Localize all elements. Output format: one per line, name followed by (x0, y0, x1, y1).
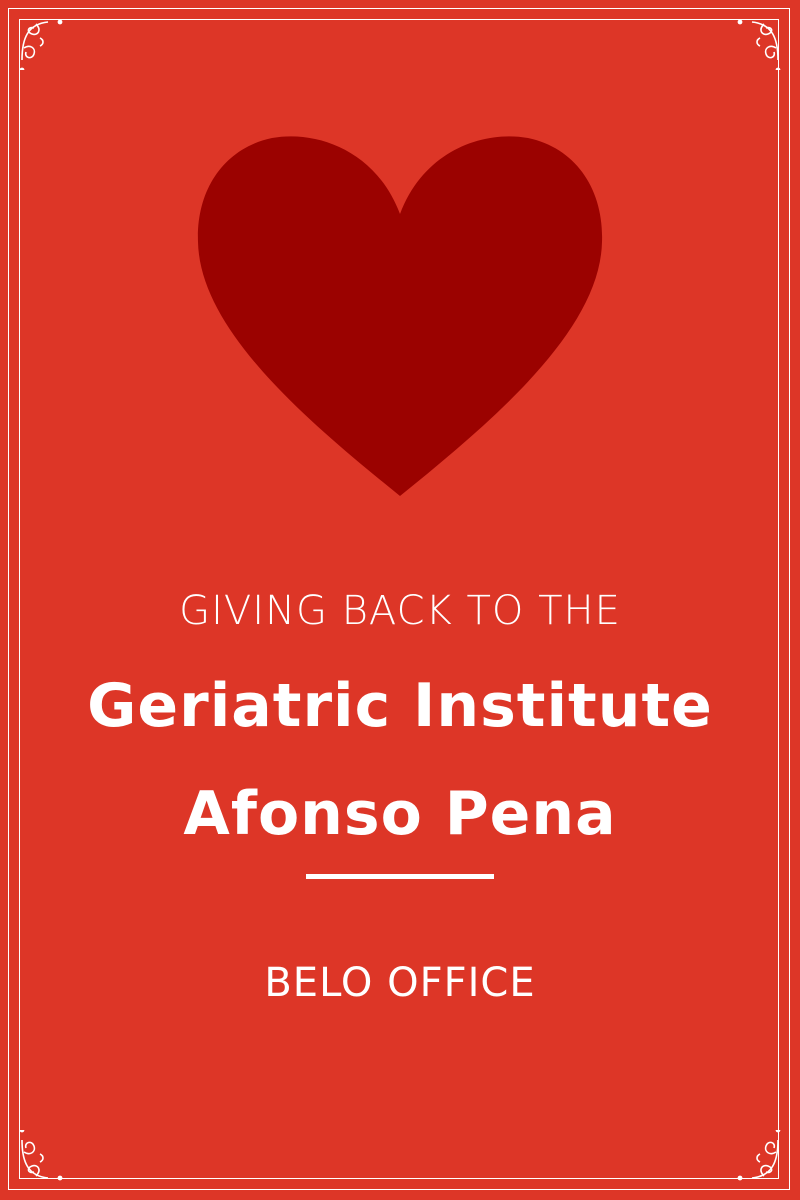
heart-icon (196, 130, 604, 500)
corner-flourish-icon (14, 14, 70, 70)
poster: GIVING BACK TO THE Geriatric Institute A… (0, 0, 800, 1200)
divider (306, 874, 494, 879)
title-line-1: Geriatric Institute (87, 671, 713, 741)
corner-flourish-icon (730, 1130, 786, 1186)
office-label: Belo office (264, 960, 536, 1006)
corner-flourish-icon (730, 14, 786, 70)
subtitle: GIVING BACK TO THE (179, 588, 621, 634)
corner-flourish-icon (14, 1130, 70, 1186)
title-line-2: Afonso Pena (183, 779, 617, 849)
